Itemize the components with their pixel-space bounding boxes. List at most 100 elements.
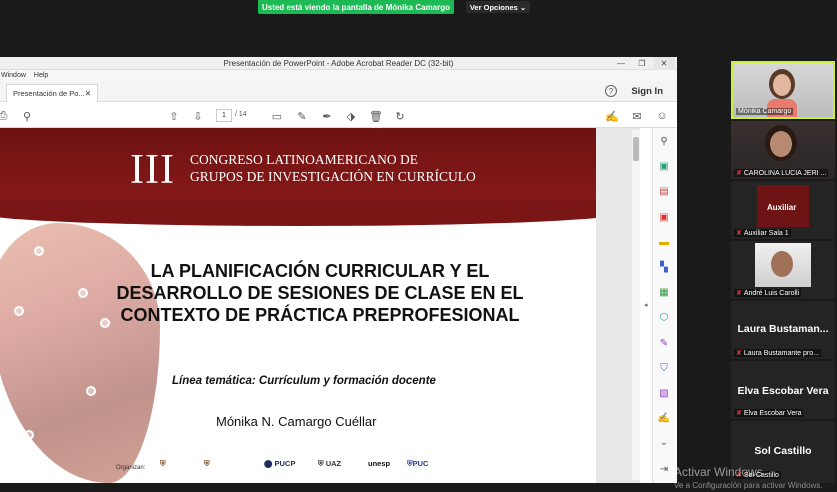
slide-title-line3: CONTEXTO DE PRÁCTICA PREPROFESIONAL: [120, 305, 520, 325]
auxiliar-thumbnail-label: Auxiliar: [767, 203, 797, 212]
participant-name-text: Laura Bustamante pro...: [743, 350, 819, 357]
print-icon[interactable]: ⎙: [0, 109, 10, 123]
muted-mic-icon: ✘: [736, 410, 742, 417]
edit-pdf-icon[interactable]: ▦: [655, 285, 673, 299]
network-node: [86, 386, 96, 396]
fill-sign-icon[interactable]: ✍: [605, 109, 619, 123]
organize-pages-icon[interactable]: ▤: [655, 184, 673, 198]
windows-activation-subtext: Ve a Configuración para activar Windows.: [674, 481, 823, 490]
help-icon[interactable]: ?: [605, 85, 617, 97]
thematic-line: Línea temática: Currículum y formación d…: [172, 375, 436, 387]
document-tab-label: Presentación de Po...: [13, 89, 85, 98]
participant-face: [771, 251, 793, 277]
comment-tool-icon[interactable]: ▬: [655, 235, 673, 249]
page-up-icon[interactable]: ⇧: [167, 109, 181, 123]
screen-share-banner: Usted está viendo la pantalla de Mónika …: [258, 0, 454, 14]
menu-window[interactable]: Window: [1, 72, 26, 79]
export-pdf-icon[interactable]: ▣: [655, 210, 673, 224]
muted-mic-icon: ✘: [736, 290, 742, 297]
participant-tile[interactable]: Mónika Camargo: [731, 61, 835, 119]
scrollbar-thumb[interactable]: [633, 137, 639, 161]
participant-name: Mónika Camargo: [736, 108, 794, 115]
more-tools-chevron-icon[interactable]: ⌄: [655, 435, 673, 449]
close-tab-icon[interactable]: ✕: [85, 89, 91, 98]
zoom-search-icon[interactable]: ⚲: [20, 109, 34, 123]
sign-pen-icon[interactable]: ✒: [320, 109, 334, 123]
network-node: [34, 246, 44, 256]
participant-display-name: Sol Castillo: [754, 445, 812, 457]
universidad-de-chile-logo: ⛨: [204, 459, 210, 468]
participant-name: ✘ CAROLINA LUCIA JERI ...: [734, 169, 829, 177]
slide-title-line2: DESARROLLO DE SESIONES DE CLASE EN EL: [116, 283, 524, 303]
page-total: / 14: [235, 111, 247, 118]
share-user-icon[interactable]: ☺: [655, 109, 669, 123]
participant-tile[interactable]: ✘ André Luis Carolli: [731, 241, 835, 299]
participant-name: ✘ André Luis Carolli: [734, 289, 802, 297]
participant-tile[interactable]: Elva Escobar Vera ✘ Elva Escobar Vera: [731, 361, 835, 419]
window-title: Presentación de PowerPoint - Adobe Acrob…: [0, 57, 677, 70]
congress-roman-numeral: III: [130, 147, 175, 193]
protect-icon[interactable]: ⛉: [655, 361, 673, 375]
university-crest-logo: ⛨: [160, 459, 166, 468]
expand-pane-icon[interactable]: ⇥: [655, 462, 673, 476]
participant-name-text: Auxiliar Sala 1: [743, 230, 789, 237]
toolbar: ⎙ ⚲ ⇧ ⇩ 1 / 14 ▭ ✎ ✒ ⬗ 🗑 ↻ ✍ ✉ ☺: [0, 102, 677, 128]
minimize-icon[interactable]: —: [613, 57, 629, 70]
participant-tile[interactable]: ✘ CAROLINA LUCIA JERI ...: [731, 121, 835, 179]
participant-tile[interactable]: Laura Bustaman... ✘ Laura Bustamante pro.…: [731, 301, 835, 359]
unesp-logo: unesp: [368, 459, 391, 468]
participant-display-name: Laura Bustaman...: [737, 323, 829, 335]
uaz-crest-icon: ⛨: [318, 459, 324, 468]
pucp-logo-icon: ⬤: [264, 459, 273, 468]
vertical-scrollbar[interactable]: [632, 130, 640, 480]
participant-name-text: CAROLINA LUCIA JERI ...: [743, 170, 827, 177]
create-pdf-icon[interactable]: ▣: [655, 159, 673, 173]
organizers-label: Organizan:: [116, 465, 146, 471]
slide-header-curve: [0, 200, 596, 226]
fill-sign-tool-icon[interactable]: ✎: [655, 336, 673, 350]
sign-tool-icon[interactable]: ✍: [655, 411, 673, 425]
collapse-pane-icon[interactable]: ◂: [644, 301, 648, 309]
windows-activation-watermark: Activar Windows: [674, 465, 763, 479]
combine-files-icon[interactable]: ▚: [655, 260, 673, 274]
rotate-icon[interactable]: ↻: [393, 109, 407, 123]
zoom-icon[interactable]: ⚲: [655, 134, 673, 148]
congress-title-line1: CONGRESO LATINOAMERICANO DE: [190, 152, 418, 167]
delete-icon[interactable]: 🗑: [369, 109, 383, 123]
participant-face: [770, 131, 792, 157]
network-node: [14, 306, 24, 316]
tab-bar: Presentación de Po... ✕ ? Sign In: [0, 81, 677, 102]
view-options-button[interactable]: Ver Opciones ⌄: [466, 1, 530, 13]
participant-name-text: André Luis Carolli: [743, 290, 800, 297]
slide-page: III CONGRESO LATINOAMERICANO DE GRUPOS D…: [0, 128, 596, 483]
uaz-logo: ⛨ UAZ: [318, 459, 341, 469]
tools-pane: [652, 128, 677, 483]
email-icon[interactable]: ✉: [630, 109, 644, 123]
close-window-icon[interactable]: ✕: [653, 57, 675, 70]
muted-mic-icon: ✘: [736, 170, 742, 177]
puc-logo-label: PUC: [412, 459, 429, 468]
congress-title-line2: GRUPOS DE INVESTIGACIÓN EN CURRÍCULO: [190, 169, 476, 184]
menu-bar: Window Help: [0, 70, 677, 81]
uaz-logo-label: UAZ: [325, 459, 342, 468]
participant-name-text: Elva Escobar Vera: [743, 410, 802, 417]
puc-logo: ⛨PUC: [407, 459, 428, 469]
author-name: Mónika N. Camargo Cuéllar: [216, 414, 377, 429]
network-node: [24, 430, 34, 440]
page-number-input[interactable]: 1: [216, 109, 232, 122]
comment-icon[interactable]: ▭: [270, 109, 284, 123]
pucp-logo: ⬤ PUCP: [264, 459, 295, 468]
slide-title-line1: LA PLANIFICACIÓN CURRICULAR Y EL: [150, 261, 490, 281]
send-for-sign-icon[interactable]: ▧: [655, 386, 673, 400]
participant-tile[interactable]: Auxiliar ✘ Auxiliar Sala 1: [731, 181, 835, 239]
restore-icon[interactable]: ❐: [634, 57, 650, 70]
document-tab[interactable]: Presentación de Po... ✕: [6, 84, 98, 102]
highlight-pen-icon[interactable]: ✎: [295, 109, 309, 123]
participant-face: [773, 74, 791, 96]
scan-icon[interactable]: ⬡: [655, 310, 673, 324]
stamp-icon[interactable]: ⬗: [344, 109, 358, 123]
sign-in-button[interactable]: Sign In: [631, 86, 663, 97]
acrobat-window: Presentación de PowerPoint - Adobe Acrob…: [0, 57, 677, 483]
page-down-icon[interactable]: ⇩: [191, 109, 205, 123]
menu-help[interactable]: Help: [34, 72, 48, 79]
